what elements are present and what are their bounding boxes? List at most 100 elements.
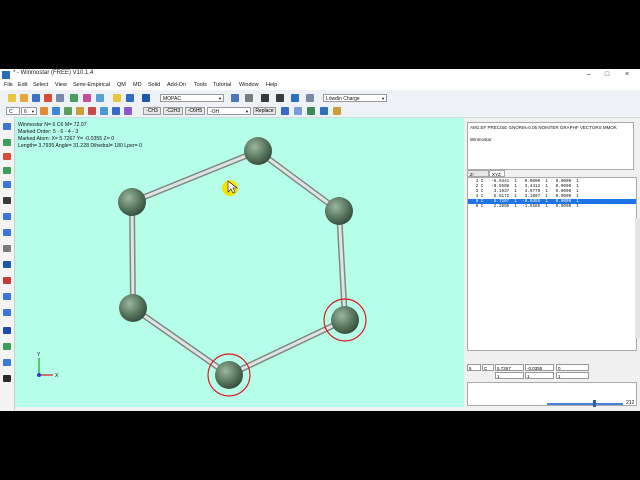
label-icon[interactable]: [3, 245, 11, 252]
open-folder-icon[interactable]: [20, 94, 28, 102]
flag-x-select[interactable]: 1: [495, 372, 524, 379]
rotate-icon[interactable]: [96, 94, 104, 102]
menu-semi-empirical[interactable]: Semi-Empirical: [73, 81, 110, 90]
tab-xyz[interactable]: XYZ: [489, 170, 505, 177]
menu-window[interactable]: Window: [239, 81, 259, 90]
new-file-icon[interactable]: [8, 94, 16, 102]
save-icon[interactable]: [32, 94, 40, 102]
measure-tool-icon[interactable]: [3, 293, 11, 300]
menu-tutorial[interactable]: Tutorial: [213, 81, 231, 90]
menu-tools[interactable]: Tools: [194, 81, 207, 90]
element-number-field[interactable]: 6 ▼: [21, 107, 37, 115]
element-select[interactable]: C: [6, 107, 20, 115]
c6h5-button[interactable]: -C6H5: [185, 107, 205, 115]
atom-carbon[interactable]: [244, 137, 272, 165]
merge-icon[interactable]: [307, 107, 315, 115]
log-icon[interactable]: [276, 94, 284, 102]
grid-view-icon[interactable]: [3, 229, 11, 236]
output-icon[interactable]: [291, 94, 299, 102]
surface-icon[interactable]: [3, 327, 11, 334]
settings-icon[interactable]: [126, 94, 134, 102]
module-icon[interactable]: [142, 94, 150, 102]
translate-icon[interactable]: [3, 181, 11, 188]
zoom-icon[interactable]: [3, 167, 11, 174]
rotate-mol-icon[interactable]: [3, 153, 11, 160]
menu-edit[interactable]: Edit: [18, 81, 27, 90]
select-icon[interactable]: [3, 123, 11, 130]
edit-x[interactable]: 5.7267: [495, 364, 524, 371]
menu-view[interactable]: View: [55, 81, 67, 90]
left-toolbar: [0, 117, 15, 411]
menu-qm[interactable]: QM: [117, 81, 126, 90]
run-icon[interactable]: [245, 94, 253, 102]
move-icon[interactable]: [3, 139, 11, 146]
light-bulb-icon[interactable]: [113, 94, 121, 102]
zoom-slider[interactable]: [547, 403, 623, 405]
bond-icon[interactable]: [64, 107, 72, 115]
edit-index[interactable]: 5: [467, 364, 481, 371]
tab-z-matrix[interactable]: Z-Matrix: [467, 170, 489, 184]
orient-icon[interactable]: [320, 107, 328, 115]
menu-bar: File Edit Select View Semi-Empirical QM …: [0, 81, 640, 90]
redo-icon[interactable]: [56, 94, 64, 102]
grid-icon[interactable]: [70, 94, 78, 102]
ring-icon[interactable]: [88, 107, 96, 115]
symmetry-icon[interactable]: [124, 107, 132, 115]
delete-atom-icon[interactable]: [52, 107, 60, 115]
molecule-icon[interactable]: [83, 94, 91, 102]
measure-icon[interactable]: [333, 107, 341, 115]
menu-help[interactable]: Help: [266, 81, 277, 90]
atom-carbon[interactable]: [325, 197, 353, 225]
edit-y[interactable]: -0.0355: [525, 364, 554, 371]
app-icon: [2, 71, 10, 79]
chart-icon[interactable]: [3, 309, 11, 316]
menu-select[interactable]: Select: [33, 81, 48, 90]
vertical-scrollbar[interactable]: [635, 218, 640, 338]
setup-icon[interactable]: [231, 94, 239, 102]
atom-carbon[interactable]: [331, 306, 359, 334]
camera-icon[interactable]: [3, 375, 11, 382]
zoom-slider-thumb[interactable]: [593, 400, 596, 407]
stop-icon[interactable]: [261, 94, 269, 102]
hydrogen-icon[interactable]: [76, 107, 84, 115]
substituent-select[interactable]: -OH ▼: [207, 107, 251, 115]
atom-carbon[interactable]: [119, 294, 147, 322]
table-row[interactable]: 6 C 2.2005 1 -1.6586 1 0.0000 1: [468, 204, 636, 209]
close-button[interactable]: ×: [620, 70, 634, 80]
bond-4-5-highlight: [227, 318, 347, 377]
analysis-icon[interactable]: [306, 94, 314, 102]
ch3-button[interactable]: -CH3: [143, 107, 161, 115]
menu-file[interactable]: File: [4, 81, 13, 90]
molecule-viewport[interactable]: Winmostar N= 6 C6 M= 72.07 Marked Order:…: [15, 118, 464, 407]
charge-select[interactable]: Löwdin Charge ▼: [323, 94, 387, 102]
flag-y-select[interactable]: 1: [525, 372, 554, 379]
info-icon[interactable]: [3, 261, 11, 268]
atom-carbon[interactable]: [215, 361, 243, 389]
menu-solid[interactable]: Solid: [148, 81, 160, 90]
edit-z[interactable]: 0: [556, 364, 589, 371]
fragment-icon[interactable]: [281, 107, 289, 115]
program-select[interactable]: MOPAC ▼: [160, 94, 224, 102]
z-axis-dot: [37, 373, 41, 377]
menu-add-on[interactable]: Add-On: [167, 81, 186, 90]
keyword-box[interactable]: AM1 EF PRECISE GNORM=0.05 NOINTER GRAPHF…: [467, 122, 634, 170]
c2h3-button[interactable]: -C2H3: [163, 107, 183, 115]
replace-button[interactable]: Replace: [253, 107, 276, 115]
coordinate-table[interactable]: 1 C -6.5441 1 0.0000 1 0.0000 1 2 C -0.5…: [467, 177, 637, 351]
edit-element[interactable]: C: [482, 364, 494, 371]
menu-md[interactable]: MD: [133, 81, 142, 90]
orbital-icon[interactable]: [3, 343, 11, 350]
clean-icon[interactable]: [100, 107, 108, 115]
atom-carbon[interactable]: [118, 188, 146, 216]
add-atom-icon[interactable]: [40, 107, 48, 115]
copy-icon[interactable]: [294, 107, 302, 115]
axis-icon[interactable]: [3, 213, 11, 220]
minimize-button[interactable]: –: [582, 70, 596, 80]
mirror-icon[interactable]: [112, 107, 120, 115]
target-icon[interactable]: [3, 277, 11, 284]
layer-icon[interactable]: [3, 359, 11, 366]
flag-z-select[interactable]: 1: [556, 372, 589, 379]
maximize-button[interactable]: □: [600, 70, 614, 80]
resize-icon[interactable]: [3, 197, 11, 204]
undo-icon[interactable]: [44, 94, 52, 102]
